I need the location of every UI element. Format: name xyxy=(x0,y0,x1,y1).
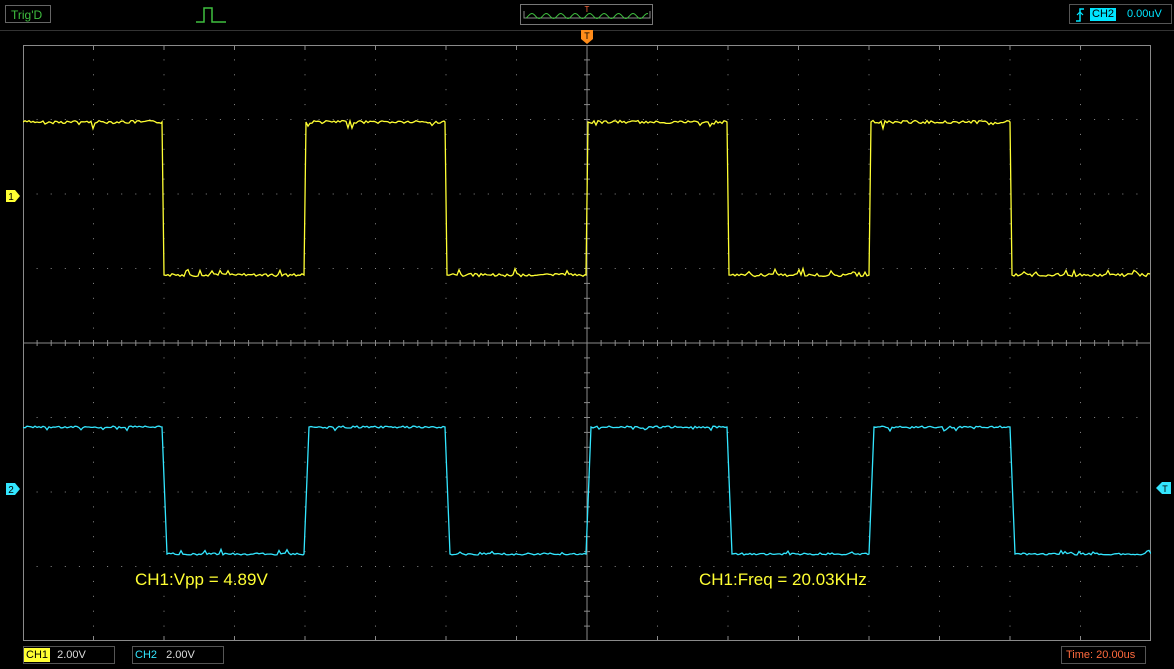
svg-text:T: T xyxy=(1162,484,1168,494)
vpp-measurement: CH1:Vpp = 4.89V xyxy=(135,570,268,589)
ch2-scale-value: 2.00V xyxy=(166,649,195,661)
ch1-scale-panel[interactable]: CH1 2.00V xyxy=(23,646,115,664)
freq-measurement: CH1:Freq = 20.03KHz xyxy=(699,570,867,589)
trigger-source-panel[interactable]: CH2 0.00uV xyxy=(1069,4,1172,24)
trigger-status: Trig'D xyxy=(5,5,51,23)
ch1-offset-marker[interactable]: 1 xyxy=(5,189,21,203)
svg-text:T: T xyxy=(584,31,590,41)
svg-text:1: 1 xyxy=(8,192,14,203)
ch2-badge: CH2 xyxy=(135,649,158,661)
ch1-scale-value: 2.00V xyxy=(57,649,86,661)
trigger-time-marker[interactable]: T xyxy=(580,29,594,45)
overview-trigger-marker: T xyxy=(585,5,590,14)
ch2-offset-marker[interactable]: 2 xyxy=(5,482,21,496)
timebase-overview[interactable]: T xyxy=(520,4,653,25)
trigger-level-marker[interactable]: T xyxy=(1155,481,1172,495)
ch2-scale-panel[interactable]: CH2 2.00V xyxy=(132,646,224,664)
trigger-channel-badge: CH2 xyxy=(1090,8,1117,21)
toolbar: Trig'D T CH2 0.00uV xyxy=(0,0,1174,31)
status-bar: CH1 2.00V CH2 2.00V Time: 20.00us xyxy=(0,645,1174,669)
waveform-display[interactable] xyxy=(23,45,1151,641)
svg-text:2: 2 xyxy=(8,485,14,496)
timebase-value[interactable]: Time: 20.00us xyxy=(1061,646,1146,664)
trigger-level-value: 0.00uV xyxy=(1127,8,1162,20)
rising-edge-icon xyxy=(1076,8,1084,22)
graticule xyxy=(23,45,1151,641)
ch1-badge: CH1 xyxy=(24,648,51,662)
waveform-overview-icon: T xyxy=(523,5,651,20)
single-pulse-icon xyxy=(196,7,226,23)
